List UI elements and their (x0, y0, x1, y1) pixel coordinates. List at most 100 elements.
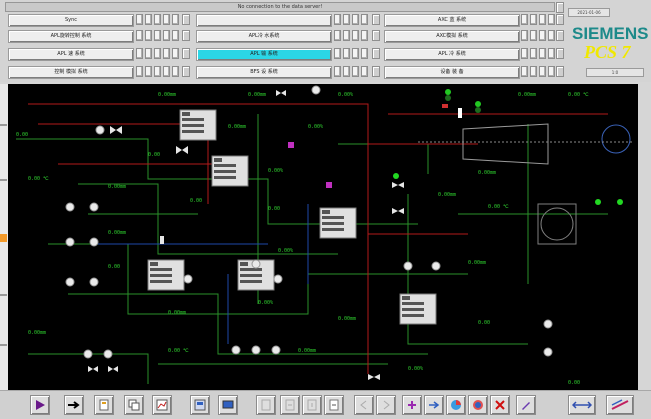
chart-circle-icon[interactable] (446, 395, 466, 415)
tag-value: 0.00% (258, 300, 273, 306)
page-icon[interactable] (256, 395, 276, 415)
tag-value: 0.00% (308, 124, 323, 130)
arrow-right-icon[interactable] (64, 395, 84, 415)
status-bars (334, 66, 368, 77)
area-button-active[interactable]: APL 输 系统 (196, 48, 332, 61)
area-select-box[interactable] (182, 30, 190, 41)
tag-value: 0.00mm (228, 124, 246, 130)
window-right-icon[interactable] (376, 395, 396, 415)
area-button-r2c0[interactable]: APL 速 系统 (8, 48, 134, 61)
tag-value: 0.00 (16, 132, 28, 138)
status-bars (334, 48, 368, 59)
user-field: 1:0 (586, 68, 644, 77)
status-bars (334, 30, 368, 41)
tag-value: 0.00mm (168, 310, 186, 316)
area-button-sync[interactable]: Sync (8, 14, 134, 27)
status-bars (136, 30, 179, 41)
area-button-r3c2[interactable]: 设备 装 备 (384, 66, 520, 79)
tag-value: 0.00 (190, 198, 202, 204)
tag-value: 0.00mm (158, 92, 176, 98)
tag-value: 0.00 (148, 152, 160, 158)
area-select-box[interactable] (556, 66, 564, 77)
bottom-toolbar (0, 390, 651, 419)
status-bars (521, 14, 555, 25)
area-select-box[interactable] (372, 66, 380, 77)
settings-tool-icon[interactable] (568, 395, 596, 415)
area-button-r1c1[interactable]: APL冷 水系统 (196, 30, 332, 43)
area-button-r1c0[interactable]: APL旋转控制 系统 (8, 30, 134, 43)
brand-product: PCS 7 (584, 42, 631, 62)
screen-icon[interactable] (218, 395, 238, 415)
mark-icon[interactable] (402, 395, 422, 415)
process-graphic: 0.00mm 0.00mm 0.00% 0.00mm 0.00 ℃ 0.00 0… (8, 84, 638, 390)
close-red-icon[interactable] (490, 395, 510, 415)
area-select-box[interactable] (556, 48, 564, 59)
date-field: 2021-01-06 (568, 8, 610, 17)
layout-icon[interactable] (190, 395, 210, 415)
area-select-box[interactable] (372, 30, 380, 41)
area-button-r0c1[interactable] (196, 14, 332, 27)
left-navigation-strip (0, 84, 8, 390)
report-icon[interactable] (94, 395, 114, 415)
nav-back-icon[interactable] (280, 395, 300, 415)
tag-value: 0.00 ℃ (168, 348, 189, 354)
area-select-box[interactable] (182, 48, 190, 59)
tag-value: 0.00 ℃ (488, 204, 509, 210)
tag-value: 0.00 (108, 264, 120, 270)
area-button-r3c1[interactable]: BFS 设 系统 (196, 66, 332, 79)
tag-value: 0.00 (478, 320, 490, 326)
status-bars (521, 30, 555, 41)
play-icon[interactable] (30, 395, 50, 415)
header-panel: No connection to the data server! Sync A… (0, 0, 651, 82)
status-bars (136, 14, 179, 25)
tag-value: 0.00mm (438, 192, 456, 198)
message-bar: No connection to the data server! (5, 2, 555, 12)
tag-value: 0.00mm (468, 260, 486, 266)
status-bars (521, 66, 555, 77)
hmi-window: No connection to the data server! Sync A… (0, 0, 651, 419)
copy-icon[interactable] (124, 395, 144, 415)
area-select-box[interactable] (182, 66, 190, 77)
message-ack-button[interactable] (556, 2, 564, 13)
tag-value: 0.00% (338, 92, 353, 98)
area-select-box[interactable] (556, 30, 564, 41)
trend-icon[interactable] (152, 395, 172, 415)
message-text: No connection to the data server! (237, 4, 323, 10)
globe-icon[interactable] (468, 395, 488, 415)
area-button-r3c0[interactable]: 控制 模拟 系统 (8, 66, 134, 79)
tag-value: 0.00mm (108, 230, 126, 236)
tag-value: 0.00 (568, 380, 580, 386)
process-diagram: 0.00mm 0.00mm 0.00% 0.00mm 0.00 ℃ 0.00 0… (16, 85, 634, 386)
tag-value: 0.00mm (298, 348, 316, 354)
nav-forward-icon[interactable] (324, 395, 344, 415)
tag-value: 0.00mm (518, 92, 536, 98)
area-select-box[interactable] (372, 14, 380, 25)
tag-value: 0.00mm (28, 330, 46, 336)
tag-value: 0.00 ℃ (568, 92, 589, 98)
area-select-box[interactable] (556, 14, 564, 25)
pencil-icon[interactable] (516, 395, 536, 415)
arrow-blue-icon[interactable] (424, 395, 444, 415)
status-bars (136, 66, 179, 77)
status-bars (521, 48, 555, 59)
area-select-box[interactable] (372, 48, 380, 59)
area-button-r0c2[interactable]: AXC 蓝 系统 (384, 14, 520, 27)
tag-value: 0.00mm (338, 316, 356, 322)
tag-value: 0.00 ℃ (28, 176, 49, 182)
tag-value: 0.00% (408, 366, 423, 372)
window-left-icon[interactable] (354, 395, 374, 415)
status-bars (334, 14, 368, 25)
status-bars (136, 48, 179, 59)
tag-value: 0.00 (268, 206, 280, 212)
tag-value: 0.00% (278, 248, 293, 254)
tag-value: 0.00mm (248, 92, 266, 98)
tag-value: 0.00% (268, 168, 283, 174)
tag-value: 0.00mm (478, 170, 496, 176)
brand-name: SIEMENS (572, 24, 649, 43)
tag-value: 0.00mm (108, 184, 126, 190)
nav-up-icon[interactable] (302, 395, 322, 415)
palette-icon[interactable] (606, 395, 634, 415)
area-button-r2c2[interactable]: APL 冷 系统 (384, 48, 520, 61)
area-button-r1c2[interactable]: AXC模拟 系统 (384, 30, 520, 43)
area-select-box[interactable] (182, 14, 190, 25)
